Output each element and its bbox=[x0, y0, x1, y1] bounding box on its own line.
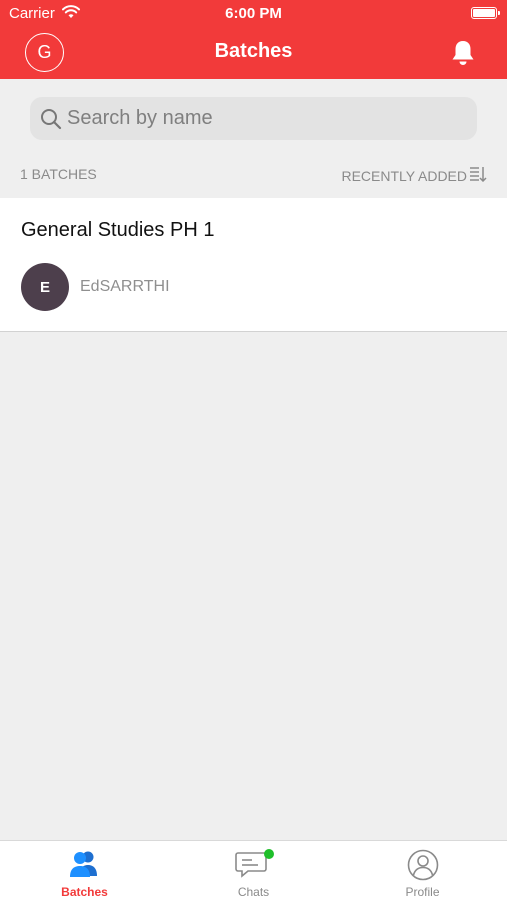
battery-icon bbox=[471, 7, 500, 19]
tab-label: Chats bbox=[237, 885, 270, 899]
batch-title: General Studies PH 1 bbox=[21, 219, 215, 241]
tab-chats[interactable]: Chats bbox=[169, 841, 338, 900]
page-title: Batches bbox=[214, 40, 293, 62]
search-bar[interactable] bbox=[30, 97, 477, 140]
owner-name: EdSARRTHI bbox=[80, 278, 170, 295]
owner-avatar: E bbox=[21, 263, 69, 311]
tab-label: Batches bbox=[61, 885, 108, 899]
chat-icon bbox=[234, 849, 274, 884]
tab-profile[interactable]: Profile bbox=[338, 841, 507, 900]
batch-card[interactable]: General Studies PH 1 E EdSARRTHI bbox=[0, 198, 507, 332]
tab-label: Profile bbox=[405, 885, 440, 899]
search-icon bbox=[40, 108, 62, 135]
status-bar: Carrier 6:00 PM bbox=[0, 0, 507, 28]
chat-badge-icon bbox=[263, 849, 274, 859]
sort-button[interactable]: RECENTLY ADDED bbox=[341, 166, 487, 185]
notification-bell-icon[interactable] bbox=[450, 39, 476, 72]
profile-icon bbox=[407, 849, 439, 886]
sort-icon bbox=[469, 166, 487, 185]
bottom-tab-bar: Batches Chats Profile bbox=[0, 840, 507, 900]
app-header: Carrier 6:00 PM G Batches bbox=[0, 0, 507, 79]
batch-count-label: 1 BATCHES bbox=[20, 166, 97, 182]
clock: 6:00 PM bbox=[225, 5, 282, 22]
tab-batches[interactable]: Batches bbox=[0, 841, 169, 900]
sort-label: RECENTLY ADDED bbox=[341, 167, 467, 184]
search-input[interactable] bbox=[67, 97, 467, 140]
batches-icon bbox=[69, 849, 101, 884]
list-meta-row: 1 BATCHES RECENTLY ADDED bbox=[0, 164, 507, 184]
